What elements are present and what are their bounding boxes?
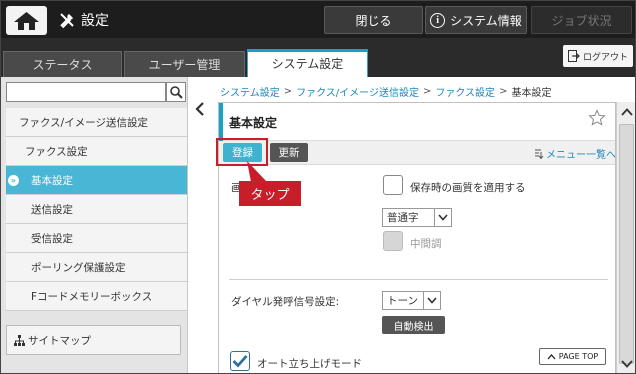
app-window: 設定 閉じる i システム情報 ジョブ状況 ステータス ユーザー管理 システム設… <box>0 0 636 374</box>
resolution-value: 普通字 <box>387 212 419 224</box>
chevron-down-icon <box>621 360 633 368</box>
chevron-down-icon <box>423 292 440 309</box>
breadcrumb-system-settings[interactable]: システム設定 <box>220 84 280 99</box>
breadcrumb-current: 基本設定 <box>511 87 552 99</box>
page-top-button[interactable]: PAGE TOP <box>539 348 606 365</box>
dial-signal-label: ダイヤル発呼信号設定: <box>231 296 340 308</box>
tab-bar: ステータス ユーザー管理 システム設定 ログアウト <box>1 38 635 77</box>
search-button[interactable] <box>166 82 186 102</box>
system-info-label: システム情報 <box>450 13 522 28</box>
keep-quality-label: 保存時の画質を適用する <box>410 182 526 194</box>
chevron-left-icon <box>195 102 204 116</box>
update-button[interactable]: 更新 <box>270 143 308 162</box>
auto-start-checkbox[interactable] <box>230 351 250 371</box>
keep-quality-checkbox[interactable] <box>383 175 403 195</box>
sidebar-nav: ファクス/イメージ送信設定 ファクス設定 » 基本設定 送信設定 受信設定 ポー… <box>6 108 187 311</box>
active-marker-icon: » <box>8 175 19 186</box>
halftone-checkbox <box>383 231 403 251</box>
page-title-text: 設定 <box>81 13 109 29</box>
auto-detect-label: 自動検出 <box>393 321 434 333</box>
update-button-label: 更新 <box>278 147 300 159</box>
content-panel: 基本設定 登録 更新 メニュー一覧へ 画質 保存時の画質を適用する <box>218 102 616 373</box>
sidebar-item-fcode-memory-box[interactable]: Fコードメモリーボックス <box>6 282 187 311</box>
auto-detect-button[interactable]: 自動検出 <box>382 316 445 334</box>
job-status-button[interactable]: ジョブ状況 <box>531 6 632 34</box>
list-arrow-icon <box>535 149 544 159</box>
dial-signal-value: トーン <box>387 295 418 307</box>
section-divider <box>229 279 608 280</box>
sitemap-button[interactable]: サイトマップ <box>6 325 181 355</box>
auto-start-label: オート立ち上げモード <box>257 358 362 370</box>
tab-user-management[interactable]: ユーザー管理 <box>124 51 245 77</box>
tab-status-label: ステータス <box>32 58 93 72</box>
close-button-label: 閉じる <box>355 13 392 28</box>
sidebar: ファクス/イメージ送信設定 ファクス設定 » 基本設定 送信設定 受信設定 ポー… <box>1 77 188 373</box>
sitemap-icon <box>14 334 25 346</box>
breadcrumb-separator: > <box>283 85 293 97</box>
tap-callout-label: タップ <box>250 188 290 203</box>
close-button[interactable]: 閉じる <box>324 6 423 34</box>
wrench-screwdriver-icon <box>60 13 74 29</box>
panel-header: 基本設定 <box>219 103 615 141</box>
menu-list-link[interactable]: メニュー一覧へ <box>535 146 616 161</box>
dial-signal-select[interactable]: トーン <box>382 291 441 310</box>
chevron-down-icon <box>434 209 451 226</box>
action-bar: 登録 更新 メニュー一覧へ <box>219 141 616 165</box>
breadcrumb-separator: > <box>499 85 508 97</box>
home-icon <box>14 11 39 30</box>
sidebar-item-receive-settings[interactable]: 受信設定 <box>6 224 187 253</box>
tab-user-management-label: ユーザー管理 <box>148 58 221 72</box>
header-accent <box>219 103 223 141</box>
logout-label: ログアウト <box>582 52 628 63</box>
panel-title: 基本設定 <box>229 116 278 130</box>
sidebar-item-fax-settings[interactable]: ファクス設定 <box>6 137 187 166</box>
logout-button[interactable]: ログアウト <box>563 45 633 67</box>
top-bar: 設定 閉じる i システム情報 ジョブ状況 <box>1 1 635 38</box>
favorite-star-icon[interactable] <box>588 109 606 127</box>
system-info-button[interactable]: i システム情報 <box>425 6 527 34</box>
sidebar-item-label: 受信設定 <box>31 232 73 245</box>
sidebar-search-input[interactable] <box>6 82 166 102</box>
sidebar-item-polling-protection[interactable]: ポーリング保護設定 <box>6 253 187 282</box>
tab-system-settings[interactable]: システム設定 <box>247 49 368 77</box>
tab-status[interactable]: ステータス <box>3 51 122 77</box>
sidebar-item-label: ファクス/イメージ送信設定 <box>19 116 149 129</box>
halftone-label: 中間調 <box>410 238 442 250</box>
collapse-sidebar-button[interactable] <box>191 99 209 119</box>
breadcrumb-fax-image-send[interactable]: ファクス/イメージ送信設定 <box>296 84 419 99</box>
page-title: 設定 <box>58 8 109 32</box>
sidebar-item-label: Fコードメモリーボックス <box>31 290 153 303</box>
job-status-label: ジョブ状況 <box>551 13 612 28</box>
sidebar-item-basic-settings[interactable]: » 基本設定 <box>6 166 187 195</box>
search-icon <box>169 85 183 99</box>
breadcrumb-separator: > <box>422 85 432 97</box>
menu-list-label: メニュー一覧へ <box>546 150 616 161</box>
logout-icon <box>567 50 580 62</box>
info-icon: i <box>430 12 446 28</box>
scroll-up-button[interactable] <box>617 102 635 122</box>
checkmark-icon <box>232 355 248 368</box>
breadcrumb: システム設定 > ファクス/イメージ送信設定 > ファクス設定 > 基本設定 <box>220 84 552 99</box>
content-scrollbar[interactable] <box>616 102 635 373</box>
resolution-select[interactable]: 普通字 <box>382 208 452 227</box>
breadcrumb-fax-settings[interactable]: ファクス設定 <box>435 84 495 99</box>
sidebar-item-fax-image-send-settings[interactable]: ファクス/イメージ送信設定 <box>6 108 187 137</box>
sidebar-item-label: ポーリング保護設定 <box>31 261 126 274</box>
scroll-down-button[interactable] <box>617 354 635 373</box>
sitemap-label: サイトマップ <box>28 334 91 347</box>
sidebar-item-send-settings[interactable]: 送信設定 <box>6 195 187 224</box>
home-button[interactable] <box>6 6 47 35</box>
callout-pointer-icon <box>247 161 267 182</box>
sidebar-item-label: ファクス設定 <box>25 145 88 158</box>
caret-up-icon <box>547 353 556 359</box>
scroll-thumb[interactable] <box>619 124 634 364</box>
chevron-up-icon <box>621 108 633 116</box>
tab-system-settings-label: システム設定 <box>271 57 344 71</box>
sidebar-item-label: 送信設定 <box>31 203 73 216</box>
tap-callout: タップ <box>239 181 301 206</box>
page-top-label: PAGE TOP <box>558 352 599 361</box>
sidebar-item-label: 基本設定 <box>31 174 73 187</box>
